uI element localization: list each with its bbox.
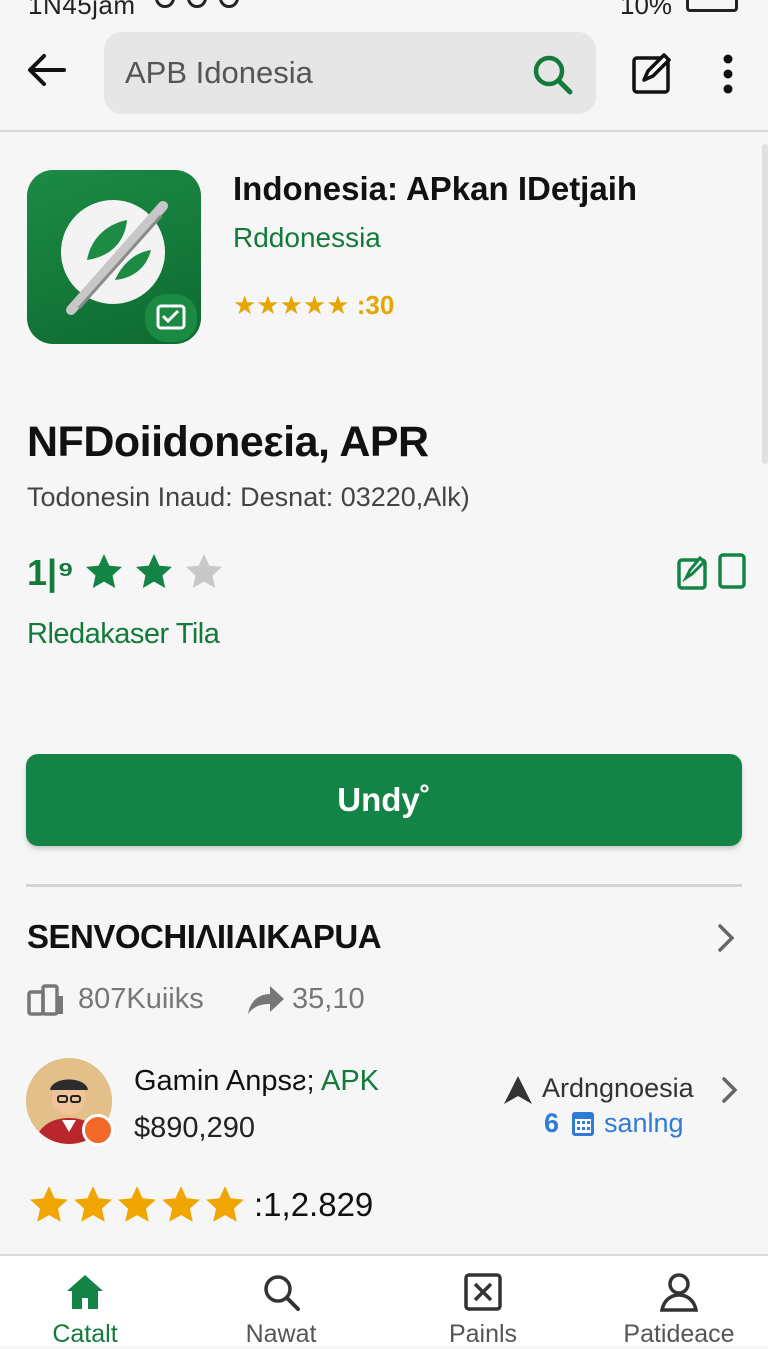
notification-icon [187, 0, 207, 8]
back-arrow-icon[interactable] [24, 48, 68, 92]
search-icon [264, 1275, 300, 1311]
star-icon [136, 554, 172, 588]
developer-link[interactable]: Rddonessia [233, 222, 381, 254]
nav-item-search[interactable]: Nawat [211, 1272, 351, 1349]
downloads-count: 807Kuiiks [78, 983, 204, 1015]
close-box-icon [464, 1273, 502, 1311]
nav-label: Patideace [623, 1320, 735, 1348]
review-count: :1,2.829 [254, 1186, 374, 1223]
nav-label: Nawat [245, 1320, 317, 1348]
notification-icon [155, 0, 175, 8]
star-icon [118, 1186, 156, 1222]
region-label[interactable]: Ardngnoesia [542, 1073, 694, 1104]
notification-icons [155, 0, 251, 13]
star-icon [30, 1186, 68, 1222]
battery-icon [686, 0, 738, 12]
page-title: NFDoiidoneεia, APR [27, 418, 429, 466]
home-icon [67, 1275, 103, 1309]
divider [26, 884, 742, 887]
status-time: 1N45jam [28, 0, 136, 20]
nav-label: Catalt [52, 1320, 118, 1348]
share-icon[interactable] [676, 552, 748, 592]
scan-label: sanlng [604, 1108, 684, 1138]
app-info-line: Todonesin Inaud: Desnat: 03220,Alk) [27, 482, 470, 512]
rating-number: 1|⁹ [27, 552, 75, 593]
status-bar: 1N45jam 10% [0, 0, 768, 22]
notification-icon [219, 0, 239, 8]
person-icon [659, 1273, 699, 1312]
library-icon [27, 984, 63, 1016]
app-rating: ★★★★★ :30 [233, 290, 395, 320]
star-icon [162, 1186, 200, 1222]
edit-icon[interactable] [630, 52, 674, 96]
leaf-icon [61, 200, 197, 342]
scrollbar[interactable] [762, 144, 768, 464]
app-title: Indonesia: APkan IDetjaih [233, 170, 638, 207]
nav-item-panels[interactable]: Painls [413, 1272, 553, 1349]
star-icon [74, 1186, 112, 1222]
star-icon [86, 554, 122, 588]
star-icon [206, 1186, 244, 1222]
star-empty-icon [186, 554, 222, 588]
share-arrow-icon [248, 986, 284, 1014]
search-icon[interactable] [530, 52, 574, 96]
navigate-icon [504, 1076, 532, 1104]
nav-label: Painls [448, 1320, 518, 1348]
install-button[interactable]: Undy˚ [26, 754, 742, 846]
chevron-right-icon[interactable] [710, 920, 742, 956]
nav-item-catalog[interactable]: Catalt [15, 1272, 155, 1349]
price: $890,290 [134, 1112, 255, 1144]
search-input[interactable]: APB Idonesia [125, 55, 313, 91]
release-link[interactable]: Rledakaser Tila [27, 618, 220, 651]
scan-count: 6 [544, 1108, 560, 1138]
calendar-icon [572, 1112, 594, 1136]
nav-item-profile[interactable]: Patideace [609, 1272, 749, 1349]
edit-badge-icon [82, 1114, 114, 1146]
shares-count: 35,10 [292, 983, 365, 1015]
app-logo [27, 170, 201, 344]
section-title[interactable]: SENVOCHIΛIIAIKAPUA [27, 918, 382, 956]
battery-level: 10% [620, 0, 673, 20]
more-options-icon[interactable] [712, 52, 744, 96]
install-button-label: Undy˚ [337, 781, 431, 818]
chevron-right-icon[interactable] [716, 1074, 742, 1106]
developer-name[interactable]: Gamin Anpsƨ; APK [134, 1065, 379, 1098]
